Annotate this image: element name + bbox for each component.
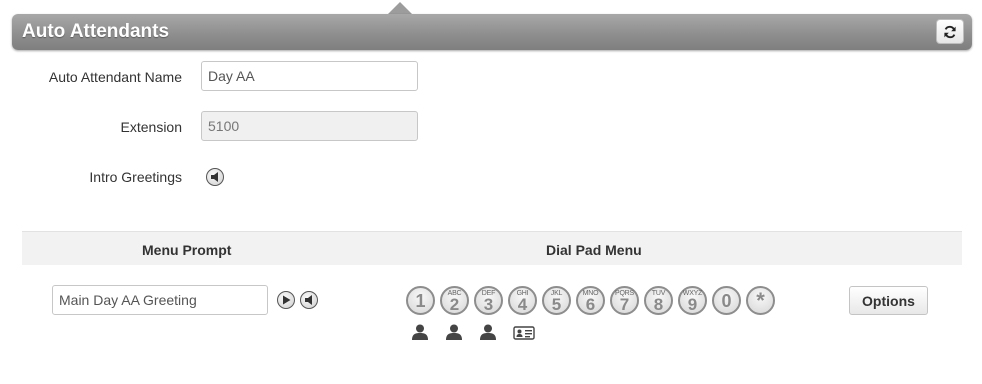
dial-key-star[interactable]: * [746,286,775,315]
dial-key-digit: 9 [687,295,698,314]
dial-key-digit: 8 [653,295,664,314]
auto-attendant-name-input[interactable] [201,61,418,91]
auto-attendant-name-label: Auto Attendant Name [48,69,182,85]
intro-greetings-label: Intro Greetings [89,169,182,185]
dial-key-2[interactable]: ABC 2 [440,286,469,315]
menu-prompt-input[interactable] [52,285,268,315]
panel-title: Auto Attendants [22,21,170,42]
dial-key-digit: 7 [619,295,630,314]
dial-key-digit: 5 [551,295,562,314]
intro-greeting-speaker-button[interactable] [206,168,224,186]
dial-key-digit: 2 [449,295,460,314]
dial-key-digit: 4 [517,295,528,314]
refresh-icon [944,25,956,38]
extension-label: Extension [120,119,182,135]
refresh-button[interactable] [936,19,964,44]
dial-key-4[interactable]: GHI 4 [508,286,537,315]
dial-key-0[interactable]: 0 [712,286,741,315]
dial-key-7[interactable]: PQRS 7 [610,286,639,315]
dial-key-digit: 3 [483,295,494,314]
dial-key-6[interactable]: MNO 6 [576,286,605,315]
user-icon[interactable] [445,323,463,346]
extension-input[interactable] [201,111,418,141]
dial-key-digit: 0 [721,291,732,311]
speaker-icon [211,172,218,182]
dial-pad-menu-column-header: Dial Pad Menu [546,242,642,258]
dial-key-8[interactable]: TUV 8 [644,286,673,315]
contact-card-icon[interactable] [513,326,535,345]
prompt-speaker-button[interactable] [300,291,318,309]
menu-prompt-column-header: Menu Prompt [142,242,232,258]
dial-key-5[interactable]: JKL 5 [542,286,571,315]
panel-header: Auto Attendants [12,14,972,50]
dial-key-3[interactable]: DEF 3 [474,286,503,315]
play-icon [283,295,291,305]
options-button[interactable]: Options [849,286,928,315]
user-icon[interactable] [411,323,429,346]
user-icon[interactable] [479,323,497,346]
dial-key-digit: 1 [415,291,426,311]
play-prompt-button[interactable] [277,291,295,309]
dial-key-1[interactable]: 1 [406,286,435,315]
dial-key-digit: 6 [585,295,596,314]
menu-table-header: Menu Prompt Dial Pad Menu [22,231,962,265]
speaker-icon [305,295,312,305]
dial-key-digit: * [756,288,765,313]
panel-pointer [388,2,412,14]
dial-key-9[interactable]: WXYZ 9 [678,286,707,315]
